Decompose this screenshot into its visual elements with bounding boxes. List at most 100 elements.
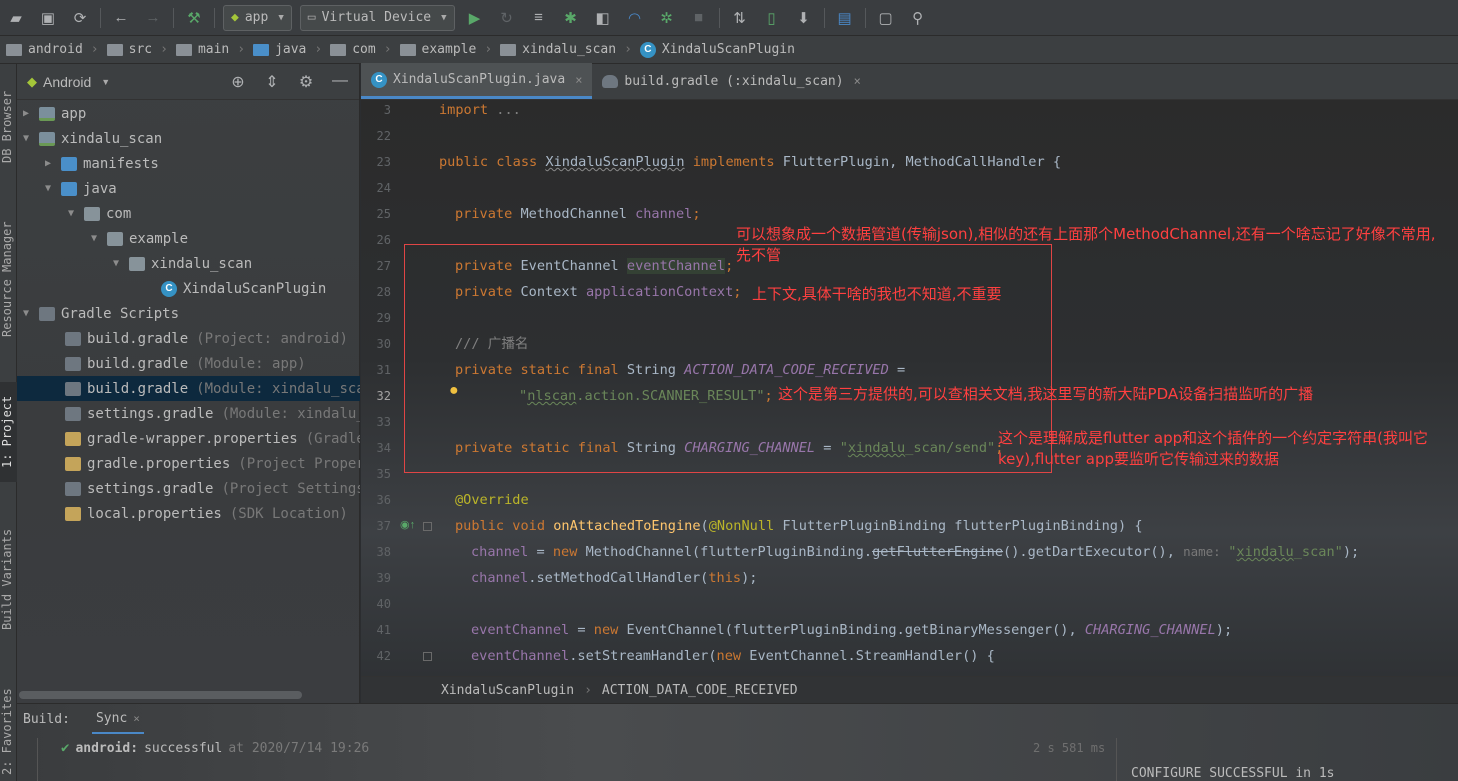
tree-item-java[interactable]: ▼ java — [17, 176, 360, 201]
main-toolbar: ▰ ▣ ⟳ ← → ⚒ ◆ app ▼ ▭ Virtual Device ▼ ▶… — [0, 0, 1458, 36]
tab-project[interactable]: 1: Project — [0, 382, 17, 482]
tree-item-settings-gradle-project[interactable]: settings.gradle (Project Settings) — [17, 476, 360, 501]
project-view-select[interactable]: Android — [43, 74, 91, 90]
chevron-down-icon: ▼ — [90, 233, 98, 244]
tree-label: Gradle Scripts — [61, 305, 180, 322]
properties-icon — [65, 506, 81, 521]
fold-icon[interactable] — [423, 522, 432, 531]
code-token: @NonNull — [708, 518, 775, 534]
tree-item-xindalu-scan[interactable]: ▼ xindalu_scan — [17, 126, 360, 151]
terminal-icon[interactable]: ▢ — [875, 7, 897, 29]
close-icon[interactable]: × — [854, 74, 861, 88]
code-token[interactable]: ... — [496, 102, 521, 118]
chevron-down-icon[interactable]: ▼ — [101, 77, 110, 87]
tab-favorites[interactable]: 2: Favorites — [0, 682, 17, 781]
breadcrumb-item-example[interactable]: example › — [399, 42, 501, 57]
sdk-manager-icon[interactable]: ⬇ — [793, 7, 815, 29]
class-icon: C — [371, 71, 387, 88]
gear-icon[interactable]: ⚙ — [295, 72, 317, 92]
open-folder-icon[interactable]: ▰ — [5, 7, 27, 29]
stop-icon[interactable]: ■ — [688, 7, 710, 29]
tree-item-example[interactable]: ▼ example — [17, 226, 360, 251]
check-icon: ✔ — [61, 740, 70, 756]
chevron-down-icon: ▼ — [112, 258, 120, 269]
tree-item-manifests[interactable]: ▶ manifests — [17, 151, 360, 176]
tree-item-plugin-class[interactable]: C XindaluScanPlugin — [17, 276, 360, 301]
build-result-row[interactable]: ✔ android: successful at 2020/7/14 19:26 — [61, 740, 369, 756]
attach-debugger-icon[interactable]: ◧ — [592, 7, 614, 29]
close-icon[interactable]: × — [133, 712, 140, 725]
tree-item-build-gradle-module[interactable]: build.gradle (Module: xindalu_scan — [17, 376, 360, 401]
build-hammer-icon[interactable]: ⚒ — [183, 7, 205, 29]
line-number: 42 — [376, 649, 391, 663]
annotation-context: 上下文,具体干啥的我也不知道,不重要 — [752, 285, 1002, 303]
line-number: 28 — [376, 285, 391, 299]
tree-item-gradle-wrapper-properties[interactable]: gradle-wrapper.properties (Gradle — [17, 426, 360, 451]
rerun-icon[interactable]: ↻ — [496, 7, 518, 29]
gradle-icon — [65, 481, 81, 496]
tree-item-gradle-properties[interactable]: gradle.properties (Project Propert — [17, 451, 360, 476]
tree-item-xindalu-scan-package[interactable]: ▼ xindalu_scan — [17, 251, 360, 276]
breadcrumb-item-class[interactable]: C XindaluScanPlugin — [639, 41, 795, 58]
tab-sync[interactable]: Sync × — [91, 705, 144, 734]
profile-icon[interactable]: ◠ — [624, 7, 646, 29]
minimize-icon[interactable]: — — [329, 72, 351, 92]
gradle-sync-icon[interactable]: ⇅ — [729, 7, 751, 29]
locate-icon[interactable]: ⊕ — [227, 72, 249, 92]
toolbar-divider — [823, 7, 825, 28]
code-token: channel — [635, 206, 693, 222]
editor-breadcrumb-class[interactable]: XindaluScanPlugin — [441, 683, 574, 698]
chevron-right-icon: ▶ — [44, 158, 52, 169]
tree-item-settings-gradle-module[interactable]: settings.gradle (Module: xindalu_s — [17, 401, 360, 426]
tab-db-browser[interactable]: DB Browser — [0, 72, 17, 182]
forward-icon[interactable]: → — [142, 7, 164, 29]
code-token: _scan" — [1293, 544, 1343, 560]
breadcrumb-item-src[interactable]: src › — [106, 42, 176, 57]
tab-resource-manager[interactable]: Resource Manager — [0, 204, 17, 354]
tab-build-gradle[interactable]: build.gradle (:xindalu_scan) × — [592, 63, 870, 99]
chevron-down-icon: ▼ — [278, 12, 284, 23]
code-line-41: eventChannel = new EventChannel(flutterP… — [471, 617, 1232, 643]
chevron-down-icon: ▼ — [22, 133, 30, 144]
debug-attach-icon[interactable]: ✲ — [656, 7, 678, 29]
tree-item-local-properties[interactable]: local.properties (SDK Location) — [17, 501, 360, 526]
editor-breadcrumb-field[interactable]: ACTION_DATA_CODE_RECEIVED — [602, 683, 798, 698]
tree-label: settings.gradle — [87, 405, 214, 422]
breadcrumb-item-com[interactable]: com › — [330, 42, 399, 57]
breadcrumb-item-android[interactable]: android › — [6, 42, 107, 57]
back-icon[interactable]: ← — [110, 7, 132, 29]
line-number: 25 — [376, 207, 391, 221]
implements-marker-icon[interactable]: ◉↑ — [400, 518, 415, 531]
tab-build-variants[interactable]: Build Variants — [0, 519, 17, 639]
save-icon[interactable]: ▣ — [37, 7, 59, 29]
debug-icon[interactable]: ✱ — [560, 7, 582, 29]
device-select[interactable]: ▭ Virtual Device ▼ — [299, 4, 455, 31]
breadcrumb-label: java — [275, 42, 307, 57]
tree-hint: (SDK Location) — [229, 505, 348, 522]
package-icon — [84, 206, 100, 221]
project-structure-icon[interactable]: ▤ — [834, 7, 856, 29]
search-icon[interactable]: ⚲ — [907, 7, 929, 29]
avd-manager-icon[interactable]: ▯ — [761, 7, 783, 29]
run-config-select[interactable]: ◆ app ▼ — [223, 4, 292, 31]
fold-icon[interactable] — [423, 652, 432, 661]
tree-item-com[interactable]: ▼ com — [17, 201, 360, 226]
tree-item-gradle-scripts[interactable]: ▼ Gradle Scripts — [17, 301, 360, 326]
folder-icon — [61, 156, 77, 171]
tree-item-app[interactable]: ▶ app — [17, 101, 360, 126]
breadcrumb-item-main[interactable]: main › — [175, 42, 253, 57]
line-number: 29 — [376, 311, 391, 325]
tree-item-build-gradle-app[interactable]: build.gradle (Module: app) — [17, 351, 360, 376]
tree-item-build-gradle-project[interactable]: build.gradle (Project: android) — [17, 326, 360, 351]
collapse-all-icon[interactable]: ⇕ — [261, 72, 283, 92]
sync-icon[interactable]: ⟳ — [69, 7, 91, 29]
breadcrumb-item-xindalu-scan[interactable]: xindalu_scan › — [500, 42, 640, 57]
apply-changes-icon[interactable]: ≡ — [528, 7, 550, 29]
breadcrumb-item-java[interactable]: java › — [253, 42, 330, 57]
tab-plugin-java[interactable]: C XindaluScanPlugin.java × — [361, 63, 593, 99]
device-label: Virtual Device — [321, 10, 432, 25]
horizontal-scrollbar[interactable] — [19, 691, 302, 699]
run-icon[interactable]: ▶ — [464, 7, 486, 29]
close-icon[interactable]: × — [575, 73, 582, 87]
chevron-right-icon: › — [383, 42, 392, 57]
